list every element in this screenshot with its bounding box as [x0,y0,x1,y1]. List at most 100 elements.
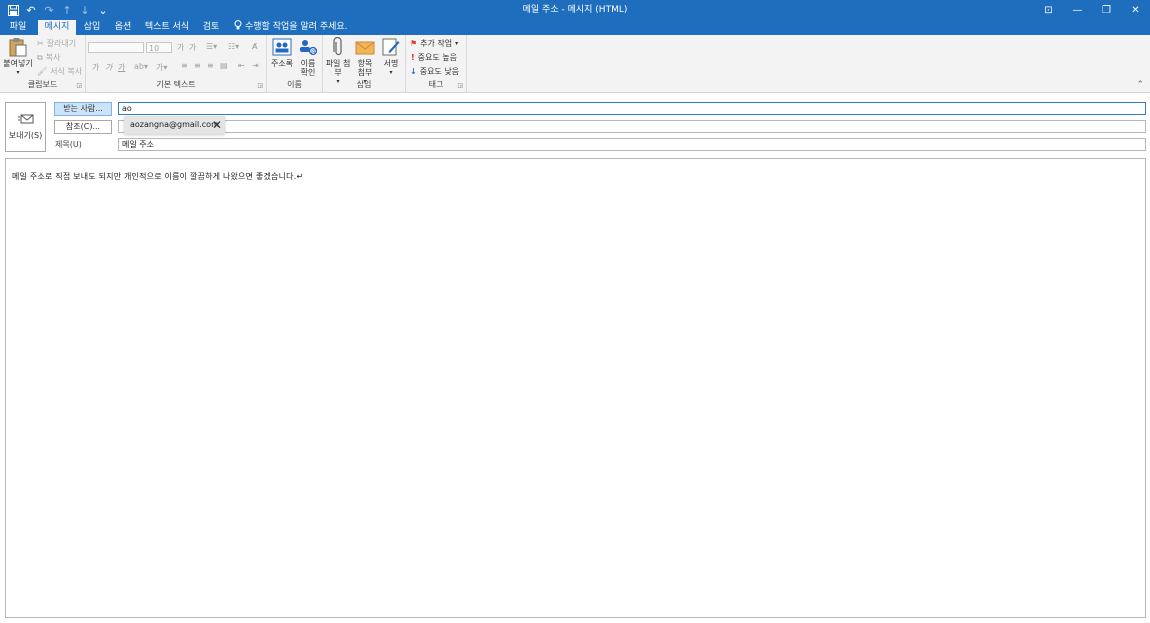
to-field[interactable]: ao [118,102,1146,115]
send-label: 보내기(S) [8,131,43,140]
paste-button[interactable]: 붙여넣기 ▾ [3,37,33,77]
align-left-icon[interactable]: ≡ [181,61,188,70]
names-group-label: 이름 [287,80,302,89]
ribbon-display-options-icon[interactable]: ⊡ [1034,0,1063,20]
address-book-button[interactable]: 주소록 [269,37,295,68]
check-names-icon: @ [297,37,319,57]
underline-button[interactable]: 가 [118,62,125,73]
signature-button[interactable]: 서명 ▾ [379,37,403,77]
svg-text:@: @ [311,48,317,55]
bold-button[interactable]: 가 [92,62,99,73]
bullets-icon[interactable]: ☰▾ [206,42,217,51]
brush-icon: 🖌 [37,67,48,76]
format-painter-label: 서식 복사 [50,67,83,76]
message-body[interactable]: 메일 주소로 직접 보내도 되지만 개인적으로 이름이 깔끔하게 나왔으면 좋겠… [5,158,1146,618]
window-controls: ⊡ — ❐ ✕ [1034,0,1150,20]
high-importance-button[interactable]: ! 중요도 높음 [411,52,457,63]
low-importance-button[interactable]: ↓ 중요도 낮음 [410,66,459,77]
chevron-down-icon: ▾ [16,69,20,76]
cut-button[interactable]: ✂ 잘라내기 [37,38,76,49]
autocomplete-suggestion[interactable]: aozangna@gmail.com ✕ [125,117,224,133]
ribbon: 붙여넣기 ▾ ✂ 잘라내기 ⧉ 복사 🖌 서식 복사 클립보드 ◲ 10 가 가… [0,35,1150,93]
exclamation-icon: ! [411,53,415,62]
lightbulb-icon [234,19,242,36]
numbering-icon[interactable]: ☷▾ [228,42,239,51]
font-color-button[interactable]: 가▾ [156,62,167,73]
follow-up-label: 추가 작업 [420,39,453,48]
ribbon-tabs: 파일 메시지 삽입 옵션 텍스트 서식 검토 수행할 작업을 알려 주세요. [0,19,1150,36]
customize-qat-icon[interactable]: ⌄ [96,2,110,18]
highlight-label: ab [134,62,144,71]
title-bar: ↶ ↷ ↑ ↓ ⌄ 메일 주소 - 메시지 (HTML) ⊡ — ❐ ✕ [0,0,1150,20]
names-group: 주소록 @ 이름 확인 이름 [267,35,323,92]
redo-icon[interactable]: ↷ [42,2,56,18]
arrow-up-icon[interactable]: ↑ [60,2,74,18]
attach-item-label: 항목 첨부 [357,59,373,77]
justify-icon[interactable]: ▤ [220,61,228,70]
flag-icon: ⚑ [410,39,418,48]
shrink-font-icon[interactable]: 가 [189,42,196,53]
italic-button[interactable]: 가 [105,62,112,73]
align-center-icon[interactable]: ≡ [194,61,201,70]
tab-format-text[interactable]: 텍스트 서식 [142,20,192,35]
copy-button[interactable]: ⧉ 복사 [37,52,60,63]
check-names-button[interactable]: @ 이름 확인 [296,37,320,77]
clear-formatting-icon[interactable]: A̸ [252,42,257,51]
high-importance-label: 중요도 높음 [417,53,457,62]
close-icon[interactable]: ✕ [1121,0,1150,20]
signature-icon [380,37,402,57]
subject-field[interactable]: 메일 주소 [118,138,1146,151]
include-group: 파일 첨부 ▾ 항목 첨부 ▾ 서명 ▾ 삽입 [323,35,406,92]
highlight-button[interactable]: ab▾ [134,62,148,71]
increase-indent-icon[interactable]: ⇥ [252,61,259,70]
follow-up-button[interactable]: ⚑ 추가 작업 ▾ [410,38,458,49]
scissors-icon: ✂ [37,39,44,48]
minimize-icon[interactable]: — [1063,0,1092,20]
send-icon [17,113,34,127]
grow-font-icon[interactable]: 가 [177,42,184,53]
format-painter-button[interactable]: 🖌 서식 복사 [37,66,82,77]
basic-text-group-label: 기본 텍스트 [156,80,196,89]
arrow-down-icon: ↓ [410,67,417,76]
tags-group: ⚑ 추가 작업 ▾ ! 중요도 높음 ↓ 중요도 낮음 태그 ◲ [406,35,467,92]
clipboard-icon [7,37,29,57]
tell-me-text: 수행할 작업을 알려 주세요. [245,22,348,32]
tab-review[interactable]: 검토 [198,20,224,35]
collapse-ribbon-icon[interactable]: ⌃ [1136,80,1144,90]
chevron-down-icon: ▾ [455,40,459,47]
undo-icon[interactable]: ↶ [24,2,38,18]
to-button[interactable]: 받는 사람... [54,102,112,116]
message-body-text: 메일 주소로 직접 보내도 되지만 개인적으로 이름이 깔끔하게 나왔으면 좋겠… [12,172,304,181]
close-icon[interactable]: ✕ [212,117,222,133]
tags-launcher-icon[interactable]: ◲ [457,82,463,89]
copy-icon: ⧉ [37,52,43,62]
tab-insert[interactable]: 삽입 [80,20,104,35]
decrease-indent-icon[interactable]: ⇤ [238,61,245,70]
save-icon[interactable] [6,2,20,18]
tell-me-search[interactable]: 수행할 작업을 알려 주세요. [234,19,348,36]
suggestion-email: aozangna@gmail.com [130,120,219,129]
font-color-label: 가 [156,63,164,72]
chevron-down-icon: ▾ [389,69,393,76]
font-name-combo[interactable] [88,42,144,53]
address-book-label: 주소록 [270,59,294,68]
clipboard-launcher-icon[interactable]: ◲ [76,82,82,89]
envelope-icon [354,37,376,57]
basic-text-launcher-icon[interactable]: ◲ [257,82,263,89]
autocomplete-dropdown: aozangna@gmail.com ✕ [124,116,225,134]
cut-label: 잘라내기 [46,39,77,48]
compose-pane: 보내기(S) 받는 사람... 참조(C)... 제목(U) ao 메일 주소 … [0,93,1150,623]
restore-icon[interactable]: ❐ [1092,0,1121,20]
cc-field[interactable] [118,120,1146,133]
align-right-icon[interactable]: ≡ [207,61,214,70]
arrow-down-icon[interactable]: ↓ [78,2,92,18]
send-button[interactable]: 보내기(S) [5,102,46,152]
font-size-combo[interactable]: 10 [146,42,172,53]
tab-file[interactable]: 파일 [4,20,32,35]
include-group-label: 삽입 [356,80,372,89]
address-book-icon [271,37,293,57]
cc-button[interactable]: 참조(C)... [54,120,112,134]
attach-file-label: 파일 첨부 [325,59,351,77]
tab-message[interactable]: 메시지 [38,20,76,35]
tab-options[interactable]: 옵션 [110,20,136,35]
